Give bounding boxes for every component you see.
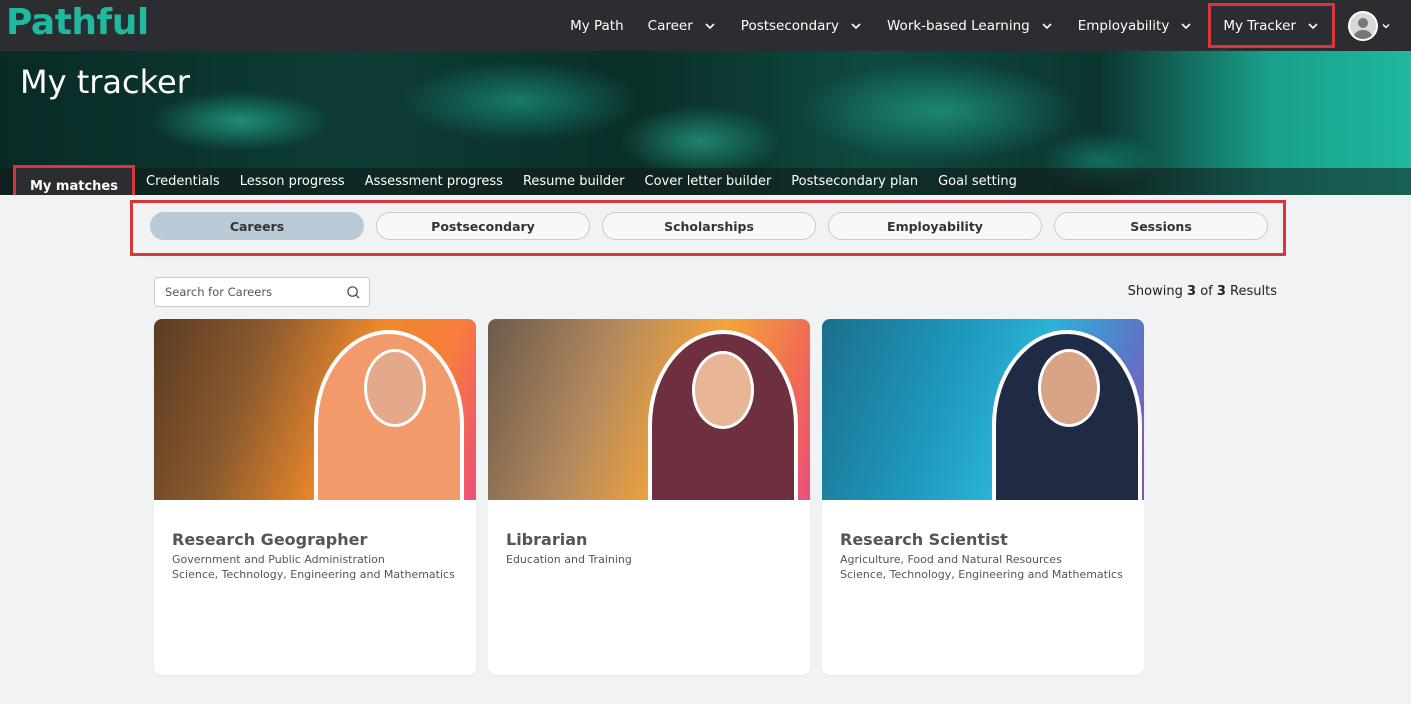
pill-postsecondary[interactable]: Postsecondary	[376, 212, 590, 240]
face-photo	[1038, 349, 1100, 427]
chevron-down-icon	[1042, 22, 1052, 29]
top-nav: Pathful My Path Career Postsecondary Wor…	[0, 0, 1411, 51]
nav-items: My Path Career Postsecondary Work-based …	[558, 0, 1391, 51]
nav-postsecondary[interactable]: Postsecondary	[729, 0, 875, 51]
card-title: Research Geographer	[172, 530, 368, 549]
card-category: Science, Technology, Engineering and Mat…	[172, 568, 455, 581]
nav-career[interactable]: Career	[636, 0, 729, 51]
hero-banner: My tracker My matches Credentials Lesson…	[0, 51, 1411, 195]
chevron-down-icon	[705, 22, 715, 29]
pill-scholarships[interactable]: Scholarships	[602, 212, 816, 240]
career-card[interactable]: Librarian Education and Training	[488, 319, 810, 675]
face-photo	[692, 351, 754, 429]
match-category-tabs: Careers Postsecondary Scholarships Emplo…	[150, 212, 1268, 240]
subtab-postsecondary-plan[interactable]: Postsecondary plan	[781, 168, 928, 195]
subtab-goal-setting[interactable]: Goal setting	[928, 168, 1027, 195]
card-category: Science, Technology, Engineering and Mat…	[840, 568, 1123, 581]
subtab-cover-letter-builder[interactable]: Cover letter builder	[635, 168, 782, 195]
page-title: My tracker	[20, 63, 190, 101]
nav-my-path[interactable]: My Path	[558, 0, 636, 51]
search-icon[interactable]	[346, 285, 361, 300]
subtab-credentials[interactable]: Credentials	[136, 168, 230, 195]
results-count: Showing 3 of 3 Results	[1127, 284, 1277, 299]
nav-my-tracker[interactable]: My Tracker	[1205, 0, 1338, 51]
search-input[interactable]	[165, 285, 346, 299]
user-avatar-icon[interactable]	[1348, 10, 1378, 41]
subtab-lesson-progress[interactable]: Lesson progress	[230, 168, 355, 195]
career-image	[488, 319, 810, 500]
career-image	[822, 319, 1144, 500]
nav-work-based-learning[interactable]: Work-based Learning	[875, 0, 1066, 51]
chevron-down-icon[interactable]	[1381, 21, 1391, 31]
chevron-down-icon	[851, 22, 861, 29]
face-photo	[364, 349, 426, 427]
career-card[interactable]: Research Scientist Agriculture, Food and…	[822, 319, 1144, 675]
pill-employability[interactable]: Employability	[828, 212, 1042, 240]
tracker-subtabs: My matches Credentials Lesson progress A…	[0, 165, 1411, 195]
subtab-my-matches[interactable]: My matches	[13, 165, 135, 195]
career-search	[154, 277, 370, 307]
card-title: Librarian	[506, 530, 588, 549]
chevron-down-icon	[1181, 22, 1191, 29]
card-category: Agriculture, Food and Natural Resources	[840, 553, 1062, 566]
card-title: Research Scientist	[840, 530, 1008, 549]
pill-careers[interactable]: Careers	[150, 212, 364, 240]
career-image	[154, 319, 476, 500]
chevron-down-icon	[1308, 22, 1318, 29]
card-category: Government and Public Administration	[172, 553, 385, 566]
subtab-resume-builder[interactable]: Resume builder	[513, 168, 635, 195]
career-card[interactable]: Research Geographer Government and Publi…	[154, 319, 476, 675]
pill-sessions[interactable]: Sessions	[1054, 212, 1268, 240]
subtab-assessment-progress[interactable]: Assessment progress	[355, 168, 513, 195]
pathful-logo[interactable]: Pathful	[6, 2, 149, 43]
card-category: Education and Training	[506, 553, 632, 566]
nav-employability[interactable]: Employability	[1066, 0, 1206, 51]
